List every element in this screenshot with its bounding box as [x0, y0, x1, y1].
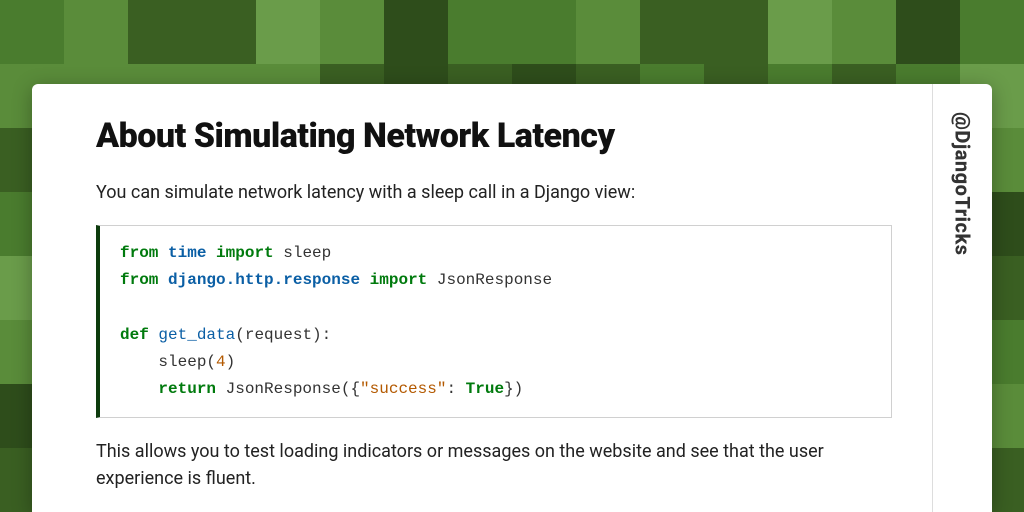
code-rest	[120, 380, 158, 398]
article-outro: This allows you to test loading indicato…	[96, 438, 892, 492]
article-title: About Simulating Network Latency	[96, 116, 892, 156]
code-kw: True	[466, 380, 504, 398]
code-num: 4	[216, 353, 226, 371]
code-kw: from	[120, 271, 158, 289]
code-rest: sleep(	[120, 353, 216, 371]
code-str: "success"	[360, 380, 446, 398]
code-rest: JsonResponse({	[216, 380, 360, 398]
article-content: About Simulating Network Latency You can…	[32, 84, 932, 512]
code-rest: :	[446, 380, 465, 398]
code-fn: get_data	[158, 326, 235, 344]
article-intro: You can simulate network latency with a …	[96, 180, 892, 205]
code-kw: from	[120, 244, 158, 262]
code-block: from time import sleep from django.http.…	[96, 225, 892, 418]
code-kw: import	[216, 244, 274, 262]
code-ident: sleep	[283, 244, 331, 262]
code-rest: (request):	[235, 326, 331, 344]
code-rest: )	[226, 353, 236, 371]
code-rest: })	[504, 380, 523, 398]
article-card: About Simulating Network Latency You can…	[32, 84, 992, 512]
code-ident: JsonResponse	[437, 271, 552, 289]
twitter-handle: @DjangoTricks	[951, 112, 975, 256]
side-handle-column: @DjangoTricks	[932, 84, 992, 512]
code-mod: django.http.response	[168, 271, 360, 289]
code-kw: def	[120, 326, 149, 344]
code-kw: return	[158, 380, 216, 398]
code-mod: time	[168, 244, 206, 262]
code-kw: import	[370, 271, 428, 289]
